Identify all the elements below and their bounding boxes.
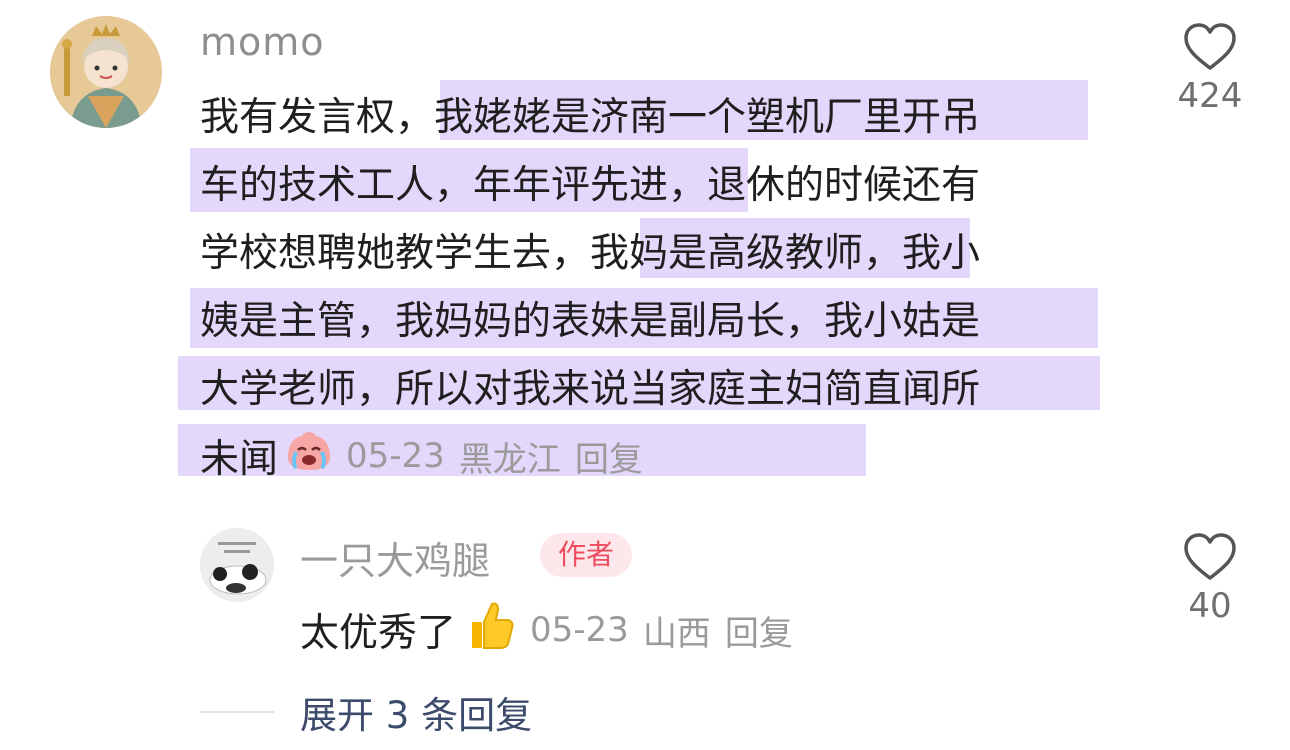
reply-body: 太优秀了 05-23 山西 回复 <box>300 598 793 662</box>
divider <box>200 711 274 713</box>
reply-location: 山西 <box>642 613 711 654</box>
avatar[interactable] <box>50 16 162 128</box>
reply-like-count: 40 <box>1188 586 1232 626</box>
reply-text: 太优秀了 <box>300 611 457 656</box>
comment-line: 学校想聘她教学生去，我妈是高级教师，我小 <box>200 231 981 276</box>
reply-avatar[interactable] <box>200 528 274 602</box>
thumbs-up-icon <box>462 598 516 662</box>
like-count: 424 <box>1177 76 1243 116</box>
author-badge: 作者 <box>540 533 633 577</box>
reply-like-button[interactable]: 40 <box>1170 532 1250 626</box>
reply-date: 05-23 <box>530 610 629 650</box>
expand-replies-button[interactable]: 展开 3 条回复 <box>300 685 532 739</box>
comment-location: 黑龙江 <box>458 439 561 480</box>
reply-username[interactable]: 一只大鸡腿 <box>300 530 490 585</box>
comment-line: 车的技术工人，年年评先进，退休的时候还有 <box>200 163 981 208</box>
heart-icon <box>1184 23 1236 70</box>
like-button[interactable]: 424 <box>1170 22 1250 116</box>
comment-line: 姨是主管，我妈妈的表妹是副局长，我小姑是 <box>200 299 981 344</box>
comment-line: 未闻 <box>200 437 279 482</box>
heart-icon <box>1184 533 1236 580</box>
reply-reply-button[interactable]: 回复 <box>725 606 793 655</box>
comment-last-line: 未闻 05-23 黑龙江 回复 <box>200 428 643 484</box>
panda-avatar-icon <box>200 528 274 602</box>
queen-avatar-icon <box>50 16 162 128</box>
crying-emoji-icon <box>284 428 334 484</box>
comment-line: 我有发言权，我姥姥是济南一个塑机厂里开吊 <box>200 95 981 140</box>
comment-username[interactable]: momo <box>200 20 325 64</box>
comment-line: 大学老师，所以对我来说当家庭主妇简直闻所 <box>200 367 981 412</box>
comment-date: 05-23 <box>346 436 445 476</box>
reply-button[interactable]: 回复 <box>575 432 643 481</box>
